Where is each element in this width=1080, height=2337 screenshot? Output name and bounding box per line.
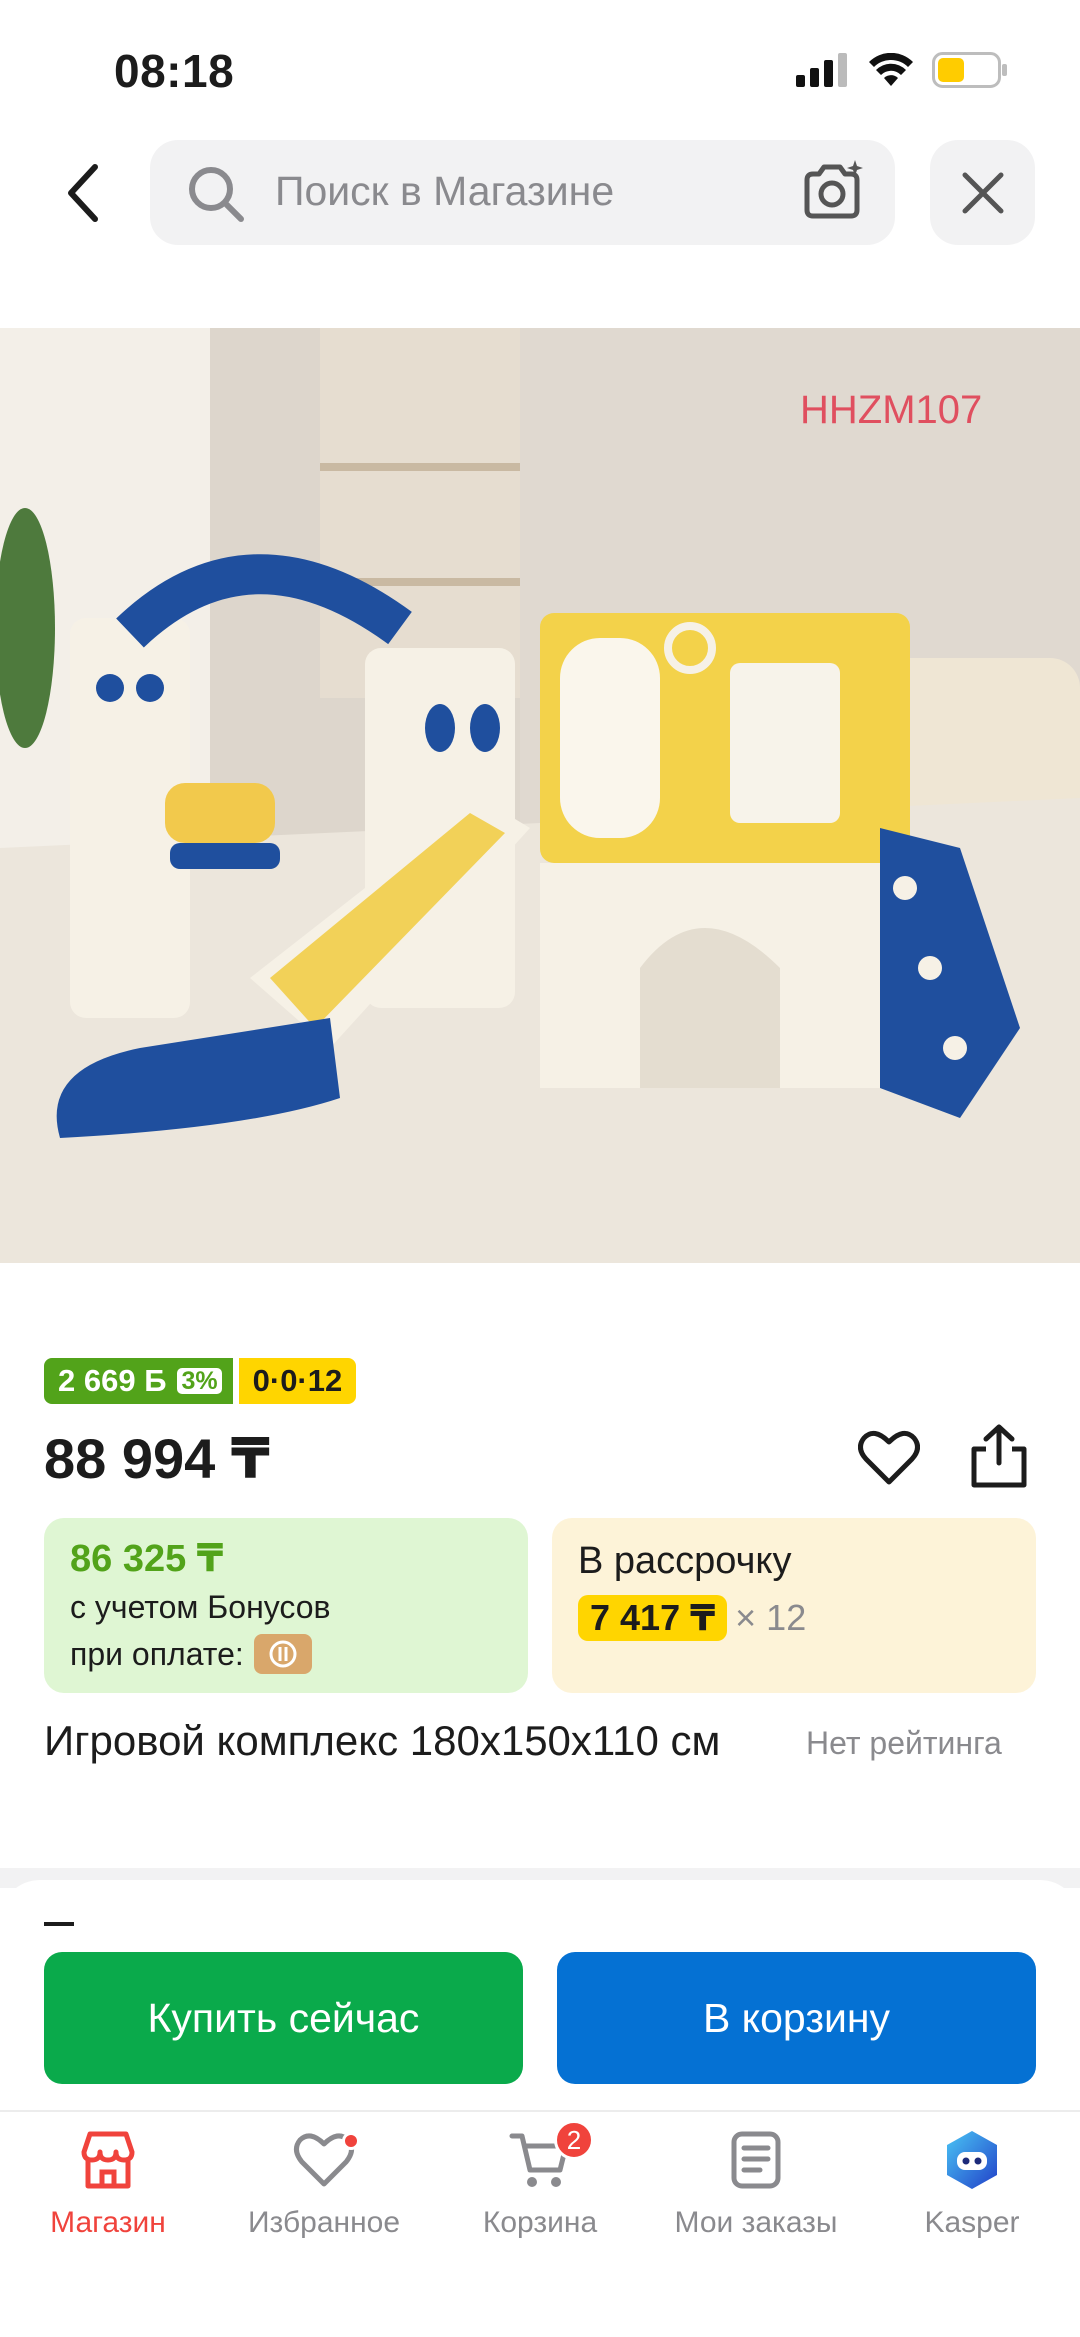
bonus-note-text2: при оплате: bbox=[70, 1635, 244, 1672]
installment-multiplier: × 12 bbox=[735, 1597, 807, 1638]
bonus-badge[interactable]: 2 669 Б 3% bbox=[44, 1358, 233, 1404]
camera-icon bbox=[804, 160, 863, 219]
product-title: Игровой комплекс 180x150x110 см bbox=[44, 1717, 721, 1764]
tab-bar: Магазин Избранное 2 Корзина Мои заказы K… bbox=[0, 2110, 1080, 2337]
search-input[interactable]: Поиск в Магазине bbox=[150, 140, 895, 245]
favorite-button[interactable] bbox=[858, 1428, 920, 1491]
favorites-dot bbox=[342, 2132, 360, 2150]
close-icon bbox=[962, 172, 1003, 213]
battery-icon bbox=[932, 52, 1007, 88]
signal-icon bbox=[796, 53, 847, 87]
search-placeholder: Поиск в Магазине bbox=[275, 168, 615, 214]
status-bar: 08:18 bbox=[0, 0, 1080, 140]
tab-cart[interactable]: 2 Корзина bbox=[432, 2112, 648, 2337]
orders-icon bbox=[731, 2131, 781, 2189]
tab-label-kasper: Kasper bbox=[924, 2206, 1020, 2239]
bonus-note-line2: при оплате: bbox=[70, 1634, 502, 1674]
product-image[interactable]: HHZM107 bbox=[0, 328, 1080, 1263]
image-watermark: HHZM107 bbox=[800, 388, 982, 432]
camera-search-button[interactable] bbox=[799, 158, 865, 229]
payment-method-icon bbox=[253, 1634, 312, 1674]
tab-label-orders: Мои заказы bbox=[674, 2206, 838, 2239]
share-icon bbox=[971, 1424, 1027, 1488]
product-price: 88 994 ₸ bbox=[44, 1427, 270, 1490]
bonus-price: 86 325 ₸ bbox=[70, 1538, 224, 1580]
back-arrow-icon bbox=[68, 164, 98, 222]
heart-icon bbox=[858, 1430, 920, 1485]
status-icons bbox=[796, 52, 1008, 88]
back-button[interactable] bbox=[48, 158, 118, 228]
installment-amount: 7 417 ₸ bbox=[578, 1595, 728, 1641]
add-to-cart-button[interactable]: В корзину bbox=[557, 1952, 1036, 2084]
close-button[interactable] bbox=[930, 140, 1035, 245]
bonus-note-line1: с учетом Бонусов bbox=[70, 1589, 502, 1626]
tab-kasper[interactable]: Kasper bbox=[864, 2112, 1080, 2337]
product-info-card: 2 669 Б 3% 0·0·12 88 994 ₸ 86 325 ₸ с уч… bbox=[0, 1263, 1080, 1868]
tab-favorites[interactable]: Избранное bbox=[216, 2112, 432, 2337]
cart-count-badge: 2 bbox=[554, 2120, 594, 2160]
tab-store[interactable]: Магазин bbox=[0, 2112, 216, 2337]
store-icon bbox=[81, 2131, 135, 2189]
bonus-percent-badge: 3% bbox=[174, 1365, 225, 1397]
installment-box[interactable]: В рассрочку 7 417 ₸ × 12 bbox=[552, 1518, 1036, 1693]
kasper-icon bbox=[947, 2131, 997, 2189]
tab-orders[interactable]: Мои заказы bbox=[648, 2112, 864, 2337]
header: Поиск в Магазине bbox=[0, 140, 1080, 250]
bonus-price-box[interactable]: 86 325 ₸ с учетом Бонусов при оплате: bbox=[44, 1518, 528, 1693]
tab-label-store: Магазин bbox=[50, 2206, 166, 2239]
product-photo: HHZM107 bbox=[0, 328, 1080, 1263]
bonus-badge-amount: 2 669 Б bbox=[58, 1363, 167, 1398]
installment-badge[interactable]: 0·0·12 bbox=[238, 1358, 357, 1404]
badges: 2 669 Б 3% 0·0·12 bbox=[44, 1358, 357, 1404]
action-bar: Купить сейчас В корзину bbox=[0, 1880, 1080, 2110]
share-button[interactable] bbox=[968, 1423, 1030, 1494]
search-icon bbox=[189, 167, 244, 222]
installment-label: В рассрочку bbox=[578, 1540, 792, 1582]
buy-now-button[interactable]: Купить сейчас bbox=[44, 1952, 523, 2084]
installment-row: 7 417 ₸ × 12 bbox=[578, 1595, 1010, 1641]
product-rating[interactable]: Нет рейтинга bbox=[806, 1725, 1002, 1762]
tab-label-cart: Корзина bbox=[482, 2206, 598, 2239]
status-time: 08:18 bbox=[114, 45, 235, 97]
wifi-icon bbox=[869, 53, 913, 86]
tab-label-favorites: Избранное bbox=[247, 2206, 401, 2239]
bonus-note-text1: с учетом Бонусов bbox=[70, 1589, 331, 1625]
dash-divider bbox=[44, 1922, 74, 1926]
